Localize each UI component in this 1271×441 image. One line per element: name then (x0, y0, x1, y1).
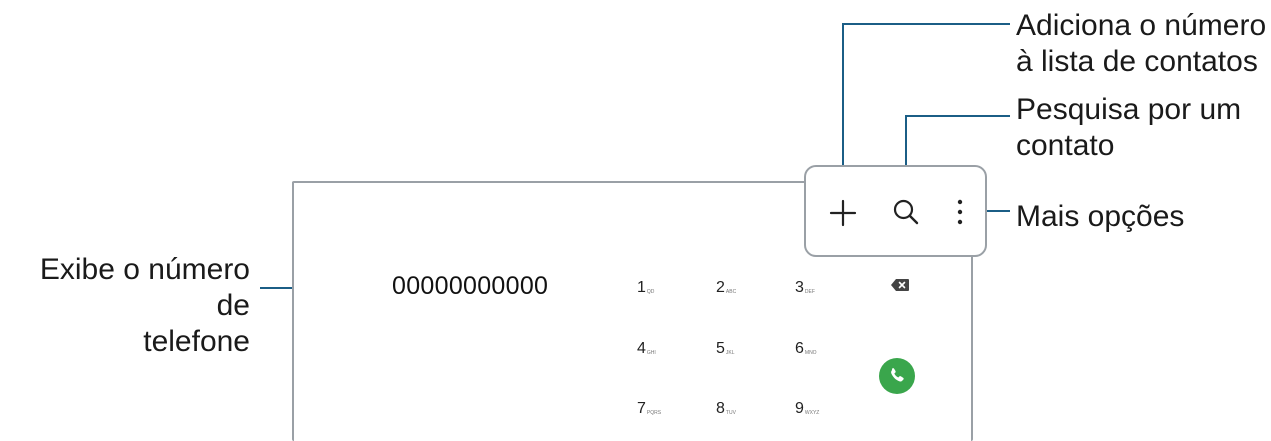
callout-add-contact: Adiciona o número à lista de contatos (1016, 9, 1267, 78)
key-digit: 1 (637, 279, 646, 296)
key-9[interactable]: 9 WXYZ (795, 401, 819, 417)
key-3[interactable]: 3 DEF (795, 280, 815, 296)
key-digit: 2 (716, 279, 725, 296)
callout-line-search-h (905, 115, 1010, 117)
phone-icon (891, 368, 904, 382)
key-8[interactable]: 8 TUV (716, 401, 736, 417)
key-6[interactable]: 6 MNO (795, 341, 817, 357)
key-5[interactable]: 5 JKL (716, 341, 735, 357)
search-icon[interactable] (891, 197, 921, 232)
key-digit: 5 (716, 340, 725, 357)
plus-icon[interactable] (828, 198, 858, 233)
key-letters: ABC (725, 289, 737, 295)
key-letters: TUV (725, 410, 736, 416)
callout-line-add-h (842, 23, 1010, 25)
key-letters: GHI (646, 350, 656, 356)
key-letters: DEF (804, 289, 815, 295)
more-options-icon[interactable] (954, 197, 966, 232)
key-letters: WXYZ (804, 410, 820, 416)
key-letters: MNO (804, 350, 817, 356)
key-letters: QD (646, 289, 655, 295)
key-7[interactable]: 7 PQRS (637, 401, 661, 417)
top-toolbar (804, 165, 987, 257)
key-digit: 7 (637, 400, 646, 417)
key-digit: 6 (795, 340, 804, 357)
callout-search: Pesquisa por um contato (1016, 93, 1242, 162)
key-4[interactable]: 4 GHI (637, 341, 656, 357)
key-letters: JKL (725, 350, 735, 356)
key-letters: PQRS (646, 410, 662, 416)
backspace-icon[interactable] (890, 278, 910, 297)
key-digit: 3 (795, 279, 804, 296)
key-1[interactable]: 1 QD (637, 280, 654, 296)
callout-more-options: Mais opções (1016, 200, 1185, 233)
key-2[interactable]: 2 ABC (716, 280, 736, 296)
call-button[interactable] (879, 358, 915, 394)
key-digit: 8 (716, 400, 725, 417)
key-digit: 4 (637, 340, 646, 357)
callout-display-number: Exibe o número de telefone (39, 253, 250, 358)
key-digit: 9 (795, 400, 804, 417)
phone-number-display[interactable]: 00000000000 (392, 272, 548, 301)
